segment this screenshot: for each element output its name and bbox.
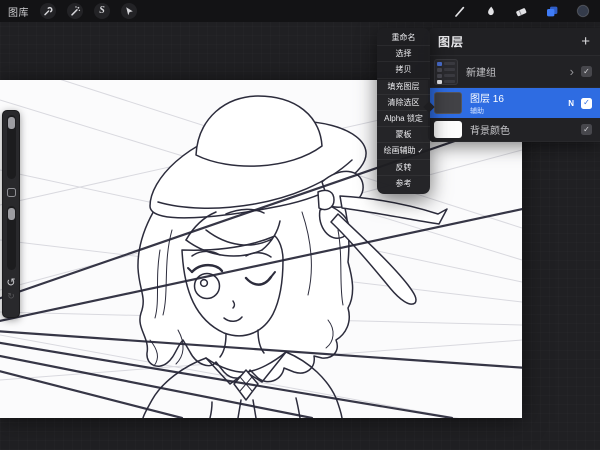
layer-name: 背景颜色 <box>470 122 510 137</box>
layers-button[interactable] <box>544 3 560 19</box>
menu-item-mask[interactable]: 蒙板 <box>377 127 430 143</box>
brush-size-slider[interactable] <box>7 115 16 179</box>
adjustments-button[interactable] <box>67 3 83 19</box>
menu-item-rename[interactable]: 重命名 <box>377 30 430 46</box>
workspace-background: ↺ ↻ 图层 + 新建组 › ✓ <box>0 22 600 450</box>
layer-visibility-checkbox[interactable]: ✓ <box>581 124 592 135</box>
menu-item-fill-layer[interactable]: 填充图层 <box>377 79 430 95</box>
smudge-button[interactable] <box>482 3 498 19</box>
transform-button[interactable] <box>121 3 137 19</box>
layers-icon <box>545 5 559 18</box>
selection-s-icon: S <box>99 6 105 16</box>
menu-item-reference[interactable]: 参考 <box>377 176 430 192</box>
layer-name: 图层 16 <box>470 90 504 105</box>
layer-context-menu: 重命名 选择 拷贝 填充图层 清除选区 Alpha 锁定 蒙板 绘画辅助 ✓ 反… <box>377 28 430 194</box>
transform-arrow-icon <box>123 5 135 17</box>
layers-panel: 图层 + 新建组 › ✓ <box>428 28 600 142</box>
eraser-icon <box>514 5 528 18</box>
actions-button[interactable] <box>40 3 56 19</box>
group-thumbnail <box>434 59 458 85</box>
layers-panel-header: 图层 + <box>428 28 600 56</box>
modify-button[interactable] <box>7 188 16 197</box>
menu-item-invert[interactable]: 反转 <box>377 160 430 176</box>
gallery-button[interactable]: 图库 <box>8 4 29 19</box>
menu-item-drawing-assist[interactable]: 绘画辅助 ✓ <box>377 143 430 159</box>
brush-sidebar: ↺ ↻ <box>2 110 20 318</box>
layer-thumbnail <box>434 92 462 114</box>
selection-button[interactable]: S <box>94 3 110 19</box>
brush-icon <box>453 5 466 18</box>
toolbar-right-group <box>451 3 600 19</box>
layer-row-group[interactable]: 新建组 › ✓ <box>428 56 600 88</box>
checkmark-icon: ✓ <box>418 147 424 155</box>
menu-item-copy[interactable]: 拷贝 <box>377 62 430 78</box>
layer-visibility-checkbox[interactable]: ✓ <box>581 66 592 77</box>
menu-item-clear-selection[interactable]: 清除选区 <box>377 95 430 111</box>
eraser-button[interactable] <box>513 3 529 19</box>
redo-button[interactable]: ↻ <box>7 292 15 301</box>
chevron-right-icon[interactable]: › <box>570 65 574 78</box>
brush-size-handle[interactable] <box>8 117 15 129</box>
layers-panel-title: 图层 <box>438 33 464 50</box>
layer-row-selected[interactable]: 图层 16 辅助 N ✓ <box>428 88 600 118</box>
layer-visibility-checkbox[interactable]: ✓ <box>581 98 592 109</box>
top-toolbar: 图库 S <box>0 0 600 22</box>
add-layer-button[interactable]: + <box>581 34 590 49</box>
layer-assist-badge: 辅助 <box>470 106 504 116</box>
background-thumbnail <box>434 121 462 138</box>
blend-mode-button[interactable]: N <box>568 99 574 108</box>
brush-button[interactable] <box>451 3 467 19</box>
opacity-slider[interactable] <box>7 206 16 270</box>
color-button[interactable] <box>575 3 591 19</box>
undo-button[interactable]: ↺ <box>6 278 15 289</box>
layer-row-background[interactable]: 背景颜色 ✓ <box>428 118 600 142</box>
current-color-swatch-icon <box>576 4 590 18</box>
procreate-app: 图库 S <box>0 0 600 450</box>
menu-item-select[interactable]: 选择 <box>377 46 430 62</box>
menu-item-alpha-lock[interactable]: Alpha 锁定 <box>377 111 430 127</box>
smudge-finger-icon <box>484 5 497 18</box>
wrench-icon <box>42 5 54 17</box>
opacity-handle[interactable] <box>8 208 15 220</box>
toolbar-left-group: 图库 S <box>0 3 137 19</box>
magic-wand-icon <box>69 5 81 17</box>
layer-name: 新建组 <box>466 64 496 79</box>
